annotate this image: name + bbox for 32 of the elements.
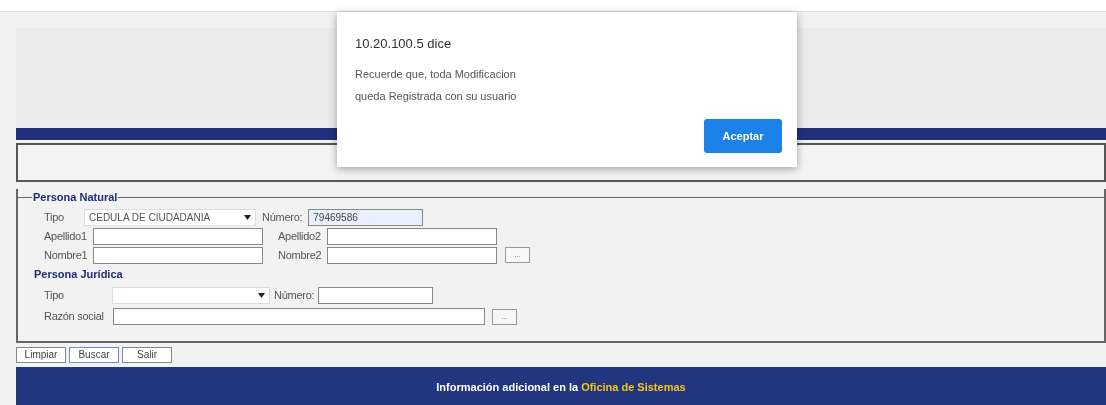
caret-icon <box>258 293 265 298</box>
text-field[interactable] <box>93 227 263 245</box>
form-button[interactable]: Limpiar <box>16 347 66 363</box>
field-label: Razón social <box>43 309 105 325</box>
dialog-message: Recuerde que, toda Modificacion <box>355 66 517 82</box>
field-label: Tipo <box>43 288 65 304</box>
accept-button[interactable]: Aceptar <box>704 119 782 153</box>
field-label: Tipo <box>43 209 65 225</box>
field-label: Apellido2 <box>278 228 322 244</box>
lookup-button[interactable]: ... <box>505 247 530 263</box>
dropdown[interactable]: CEDULA DE CIUDADANIA <box>84 208 256 226</box>
field-label: Apellido1 <box>43 228 88 244</box>
field-label: Nombre1 <box>43 247 89 263</box>
footer-text: Información adicional en la <box>436 379 579 395</box>
text-field[interactable] <box>318 287 434 304</box>
field-label: Nombre2 <box>278 247 323 263</box>
text-field[interactable] <box>93 246 263 264</box>
form-button[interactable]: Salir <box>122 347 172 363</box>
lookup-button[interactable]: ... <box>492 308 517 325</box>
field-label: Número: <box>262 209 303 225</box>
section-legend: Persona Natural <box>32 189 119 206</box>
text-field[interactable]: 79469586 <box>308 208 424 226</box>
field-label: Número: <box>274 288 315 304</box>
text-field[interactable] <box>113 308 485 325</box>
caret-icon <box>244 214 251 220</box>
form-button[interactable]: Buscar <box>69 347 119 363</box>
dialog-title: 10.20.100.5 dice <box>355 35 453 53</box>
text-field[interactable] <box>327 227 497 245</box>
footer-link[interactable]: Oficina de Sistemas <box>581 378 686 396</box>
text-field[interactable] <box>327 246 497 264</box>
dialog-message: queda Registrada con su usuario <box>355 89 518 104</box>
section-heading: Persona Jurídica <box>34 267 123 283</box>
